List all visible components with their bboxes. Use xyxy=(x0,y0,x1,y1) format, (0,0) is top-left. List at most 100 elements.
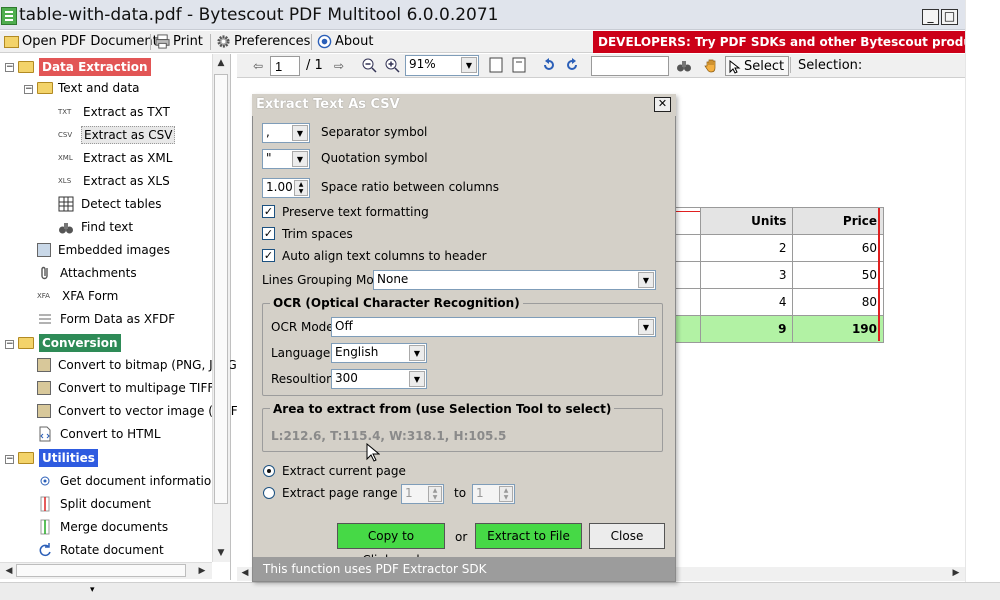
scroll-left-arrow-icon[interactable]: ◀ xyxy=(1,563,17,579)
zoom-out-icon[interactable] xyxy=(360,57,378,75)
rotate-right-icon[interactable] xyxy=(563,57,581,75)
tree-item-find-text[interactable]: Find text xyxy=(58,219,135,235)
page-number-input[interactable] xyxy=(270,56,300,76)
scroll-right-arrow-icon[interactable]: ▶ xyxy=(194,563,210,579)
about-label: About xyxy=(335,34,374,49)
folder-icon xyxy=(18,452,34,464)
tree-item-form-data-xfdf[interactable]: Form Data as XFDF xyxy=(37,311,177,327)
range-from-stepper[interactable]: 1 ▲ ▼ xyxy=(401,484,444,504)
chevron-down-icon: ▼ xyxy=(409,345,425,361)
tree-item-extract-txt[interactable]: TXT Extract as TXT xyxy=(58,104,172,120)
auto-align-checkbox[interactable]: ✓ xyxy=(262,249,275,262)
tree-item-detect-tables[interactable]: Detect tables xyxy=(58,196,163,212)
right-edge-strip xyxy=(965,0,1000,582)
table-total-row: 9 190 xyxy=(676,315,884,343)
binoculars-search-icon[interactable] xyxy=(675,57,693,75)
separator-select[interactable]: , ▼ xyxy=(262,123,310,143)
rotate-left-icon[interactable] xyxy=(540,57,558,75)
tree-item-attachments[interactable]: Attachments xyxy=(37,265,139,281)
space-ratio-stepper[interactable]: 1.00 ▲ ▼ xyxy=(262,178,310,198)
tree-item-extract-xml[interactable]: XML Extract as XML xyxy=(58,150,174,166)
copy-to-clipboard-button[interactable]: Copy to Clipboard xyxy=(337,523,445,567)
resolution-value: 300 xyxy=(335,371,358,385)
sidebar-scroll-thumb[interactable] xyxy=(214,74,228,504)
pdf-data-table: Units Price 2 60 3 50 4 80 9 190 xyxy=(676,207,884,343)
tree-item-split[interactable]: Split document xyxy=(37,496,153,512)
tree-item-convert-tiff[interactable]: Convert to multipage TIFF xyxy=(37,380,216,396)
quotation-select[interactable]: " ▼ xyxy=(262,149,310,169)
tree-item-rotate[interactable]: Rotate document xyxy=(37,542,166,558)
lines-grouping-select[interactable]: None ▼ xyxy=(373,270,656,290)
previous-page-icon[interactable]: ⇦ xyxy=(249,57,267,75)
extract-to-file-button[interactable]: Extract to File xyxy=(475,523,582,549)
tree-item-extract-csv[interactable]: CSV Extract as CSV xyxy=(58,126,176,144)
scroll-right-arrow-icon[interactable]: ▶ xyxy=(948,567,964,580)
xls-file-icon: XLS xyxy=(58,177,72,185)
collapse-toggle[interactable]: − xyxy=(24,85,33,94)
maximize-button[interactable]: □ xyxy=(941,9,958,25)
trim-spaces-checkbox[interactable]: ✓ xyxy=(262,227,275,240)
about-button[interactable]: About xyxy=(317,34,373,49)
utilities-label: Utilities xyxy=(39,449,98,467)
extract-page-range-radio[interactable] xyxy=(263,487,275,499)
sidebar-hscroll-thumb[interactable] xyxy=(16,564,186,577)
single-page-view-icon[interactable] xyxy=(487,57,505,75)
binoculars-icon xyxy=(59,223,73,234)
open-pdf-button[interactable]: Open PDF Document xyxy=(4,34,158,49)
image-icon xyxy=(37,243,51,257)
xfa-form-icon: XFA xyxy=(37,292,50,300)
table-cell: 190 xyxy=(792,315,884,343)
dialog-close-button[interactable]: ✕ xyxy=(654,97,671,112)
spin-arrows-icon: ▲ ▼ xyxy=(294,180,308,196)
split-label: Split document xyxy=(60,497,151,511)
resolution-select[interactable]: 300 ▼ xyxy=(331,369,427,389)
scroll-down-arrow-icon[interactable]: ▼ xyxy=(213,545,229,561)
tree-group-data-extraction[interactable]: Data Extraction xyxy=(18,58,151,76)
preferences-button[interactable]: Preferences xyxy=(216,34,310,49)
scroll-left-arrow-icon[interactable]: ◀ xyxy=(237,567,253,580)
zoom-select[interactable]: 91% ▼ xyxy=(405,55,479,76)
tree-item-xfa-form[interactable]: XFA XFA Form xyxy=(37,288,120,304)
bitmap-image-icon xyxy=(37,358,51,372)
title-bar: table-with-data.pdf - Bytescout PDF Mult… xyxy=(0,0,965,30)
hand-tool-icon[interactable] xyxy=(702,57,720,75)
scroll-up-arrow-icon[interactable]: ▲ xyxy=(213,55,229,71)
tree-item-convert-html[interactable]: Convert to HTML xyxy=(37,426,163,442)
collapse-toggle[interactable]: − xyxy=(5,63,14,72)
range-to-stepper[interactable]: 1 ▲ ▼ xyxy=(472,484,515,504)
dialog-footer-note: This function uses PDF Extractor SDK xyxy=(253,557,675,581)
txt-file-icon: TXT xyxy=(58,108,72,116)
tree-group-conversion[interactable]: Conversion xyxy=(18,334,121,352)
chevron-down-icon: ▼ xyxy=(292,125,308,141)
embedded-images-label: Embedded images xyxy=(58,243,170,257)
extract-current-page-radio[interactable] xyxy=(263,465,275,477)
chevron-down-icon: ▾ xyxy=(90,585,95,595)
convert-tiff-label: Convert to multipage TIFF xyxy=(58,381,215,395)
tree-group-utilities[interactable]: Utilities xyxy=(18,449,98,467)
tree-item-merge[interactable]: Merge documents xyxy=(37,519,170,535)
attachments-label: Attachments xyxy=(60,266,137,280)
collapse-toggle[interactable]: − xyxy=(5,340,14,349)
language-select[interactable]: English ▼ xyxy=(331,343,427,363)
collapse-toggle[interactable]: − xyxy=(5,455,14,464)
ocr-mode-select[interactable]: Off ▼ xyxy=(331,317,656,337)
next-page-icon[interactable]: ⇨ xyxy=(330,57,348,75)
zoom-in-icon[interactable] xyxy=(383,57,401,75)
select-tool-button[interactable]: Select xyxy=(725,56,790,76)
extract-current-page-label: Extract current page xyxy=(282,464,406,478)
tree-item-text-and-data[interactable]: Text and data xyxy=(37,81,140,95)
minimize-button[interactable]: _ xyxy=(922,9,939,25)
tree-item-embedded-images[interactable]: Embedded images xyxy=(37,242,172,258)
developers-promo-link[interactable]: DEVELOPERS: Try PDF SDKs and other Bytes… xyxy=(593,31,965,53)
menu-separator xyxy=(311,34,312,50)
fit-page-icon[interactable] xyxy=(510,57,528,75)
print-button[interactable]: Print xyxy=(155,34,203,49)
preserve-formatting-checkbox[interactable]: ✓ xyxy=(262,205,275,218)
close-button[interactable]: Close xyxy=(589,523,665,549)
search-input[interactable] xyxy=(591,56,669,76)
table-cell: 2 xyxy=(699,234,794,262)
tree-item-get-info[interactable]: Get document information xyxy=(37,473,221,489)
get-info-label: Get document information xyxy=(60,474,219,488)
range-to-label: to xyxy=(454,486,467,500)
tree-item-extract-xls[interactable]: XLS Extract as XLS xyxy=(58,173,172,189)
